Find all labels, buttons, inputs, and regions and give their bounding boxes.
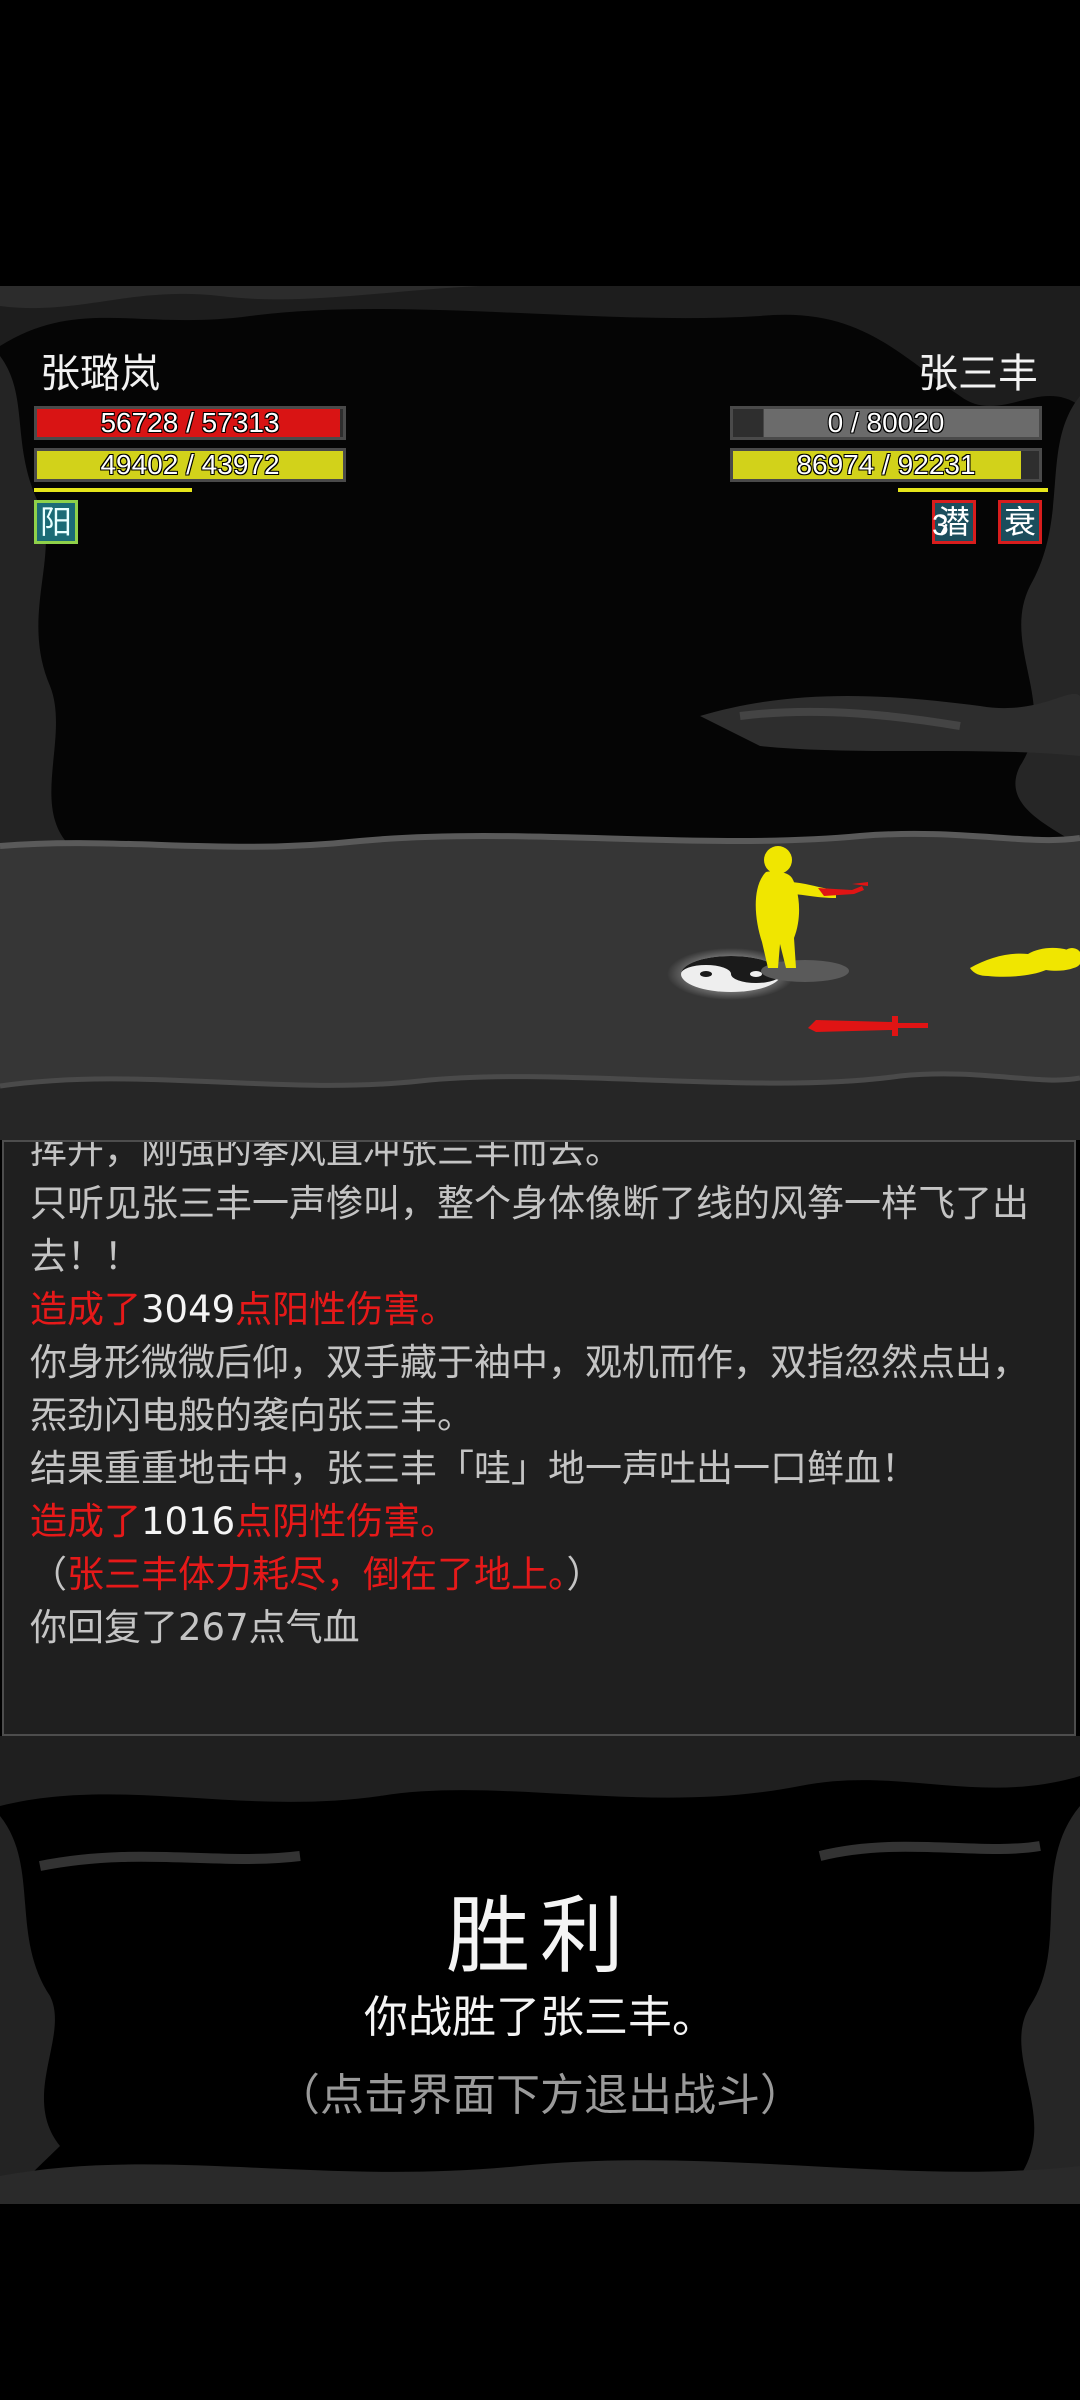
enemy-underline xyxy=(898,488,1048,492)
log-segment: 你身形微微后仰，双手藏于袖中，观机而作，双指忽然点出，炁劲闪电般的袭向张三丰。 xyxy=(30,1341,1029,1437)
log-damage-value: 1016 xyxy=(141,1500,236,1543)
taiji-icon xyxy=(667,948,795,1000)
player-underline xyxy=(34,488,192,492)
victory-title: 胜利 xyxy=(445,1887,634,1985)
battle-arena: 张璐岚 56728 / 57313 49402 / 43972 阳 张三丰 0 … xyxy=(0,286,1080,1140)
player-hp-bar: 56728 / 57313 xyxy=(34,406,346,440)
yang-status-icon[interactable]: 阳 xyxy=(34,500,78,544)
player-name: 张璐岚 xyxy=(40,351,160,397)
log-line: 你身形微微后仰，双手藏于袖中，观机而作，双指忽然点出，炁劲闪电般的袭向张三丰。 xyxy=(30,1336,1048,1442)
enemy-hp-bar: 0 / 80020 xyxy=(730,406,1042,440)
battle-log-content: 挥开，刚强的拳风直冲张三丰而去。 只听见张三丰一声惨叫，整个身体像断了线的风筝一… xyxy=(30,1140,1048,1654)
log-segment: 你回复了267点气血 xyxy=(30,1606,360,1649)
log-line: （张三丰体力耗尽，倒在了地上。） xyxy=(30,1548,1048,1601)
log-segment: ） xyxy=(566,1553,604,1596)
enemy-qi-bar: 86974 / 92231 xyxy=(730,448,1042,482)
log-segment: 只听见张三丰一声惨叫，整个身体像断了线的风筝一样飞了出去！！ xyxy=(30,1182,1029,1278)
player-hp-text: 56728 / 57313 xyxy=(100,407,280,438)
log-line: 造成了1016点阴性伤害。 xyxy=(30,1495,1048,1548)
sword-icon xyxy=(808,1016,928,1036)
log-damage-value: 3049 xyxy=(141,1288,236,1331)
log-segment: 造成了 xyxy=(30,1288,141,1331)
battle-screen[interactable]: 张璐岚 56728 / 57313 49402 / 43972 阳 张三丰 0 … xyxy=(0,0,1080,2400)
enemy-qi-text: 86974 / 92231 xyxy=(796,449,976,480)
enemy-name: 张三丰 xyxy=(918,351,1038,397)
log-line: 挥开，刚强的拳风直冲张三丰而去。 xyxy=(30,1140,1048,1177)
player-shadow xyxy=(761,960,849,982)
shuai-status-icon[interactable]: 衰 xyxy=(998,500,1042,544)
log-segment: 挥开，刚强的拳风直冲张三丰而去。 xyxy=(30,1140,622,1172)
log-line: 你回复了267点气血 xyxy=(30,1601,1048,1654)
log-segment: 造成了 xyxy=(30,1500,141,1543)
log-line: 造成了3049点阳性伤害。 xyxy=(30,1283,1048,1336)
qian-stack-count: 3 xyxy=(932,509,949,542)
log-segment: 点阴性伤害。 xyxy=(235,1500,458,1543)
log-segment: 点阳性伤害。 xyxy=(235,1288,458,1331)
log-segment: 结果重重地击中，张三丰「哇」地一声吐出一口鲜血！ xyxy=(30,1447,918,1490)
log-segment: （ xyxy=(30,1553,67,1596)
player-character xyxy=(755,846,868,968)
player-qi-text: 49402 / 43972 xyxy=(100,449,280,480)
log-line: 结果重重地击中，张三丰「哇」地一声吐出一口鲜血！ xyxy=(30,1442,1048,1495)
victory-panel[interactable]: 胜利 你战胜了张三丰。 （点击界面下方退出战斗） xyxy=(0,1736,1080,2204)
enemy-hp-text: 0 / 80020 xyxy=(827,407,945,438)
exit-hint[interactable]: （点击界面下方退出战斗） xyxy=(0,2066,1080,2126)
enemy-character xyxy=(970,947,1080,977)
victory-message: 你战胜了张三丰。 xyxy=(364,1992,716,2043)
player-qi-bar: 49402 / 43972 xyxy=(34,448,346,482)
battle-log[interactable]: 挥开，刚强的拳风直冲张三丰而去。 只听见张三丰一声惨叫，整个身体像断了线的风筝一… xyxy=(2,1140,1076,1736)
log-line: 只听见张三丰一声惨叫，整个身体像断了线的风筝一样飞了出去！！ xyxy=(30,1177,1048,1283)
log-segment: 张三丰体力耗尽，倒在了地上。 xyxy=(67,1553,567,1596)
